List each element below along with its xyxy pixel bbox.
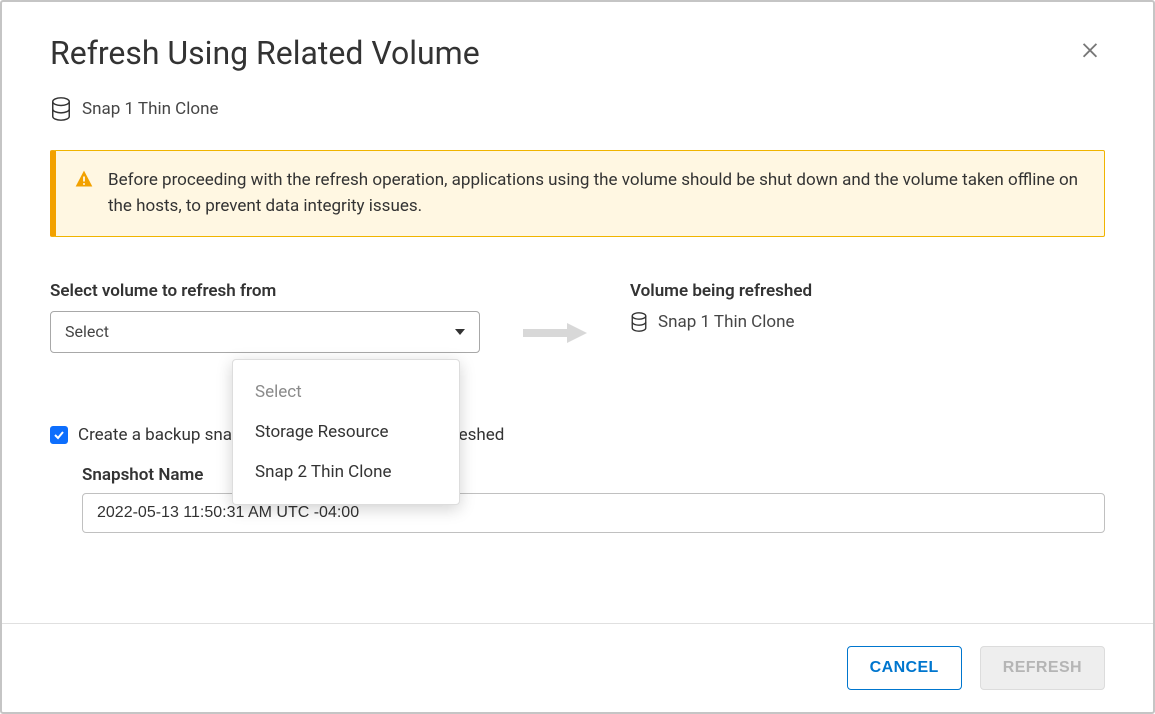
dialog-title: Refresh Using Related Volume [50, 34, 480, 72]
close-icon [1079, 38, 1101, 60]
refresh-dialog: Refresh Using Related Volume Snap 1 Thin… [0, 0, 1155, 714]
dropdown-option[interactable]: Snap 2 Thin Clone [233, 452, 459, 492]
dropdown-option[interactable]: Storage Resource [233, 412, 459, 452]
dialog-body: Before proceeding with the refresh opera… [2, 150, 1153, 623]
warning-banner: Before proceeding with the refresh opera… [50, 150, 1105, 237]
source-select-value: Select [65, 322, 109, 341]
select-source-label: Select volume to refresh from [50, 281, 480, 301]
backup-checkbox[interactable] [50, 426, 68, 444]
dropdown-option[interactable]: Select [233, 372, 459, 412]
refresh-columns: Select volume to refresh from Select Sel… [50, 281, 1105, 353]
backup-checkbox-row: Create a backup snapshot of the volume b… [50, 425, 1105, 445]
target-volume-name: Snap 1 Thin Clone [658, 312, 794, 332]
warning-text: Before proceeding with the refresh opera… [108, 167, 1084, 220]
arrow-right-icon [523, 321, 587, 345]
cancel-button[interactable]: CANCEL [847, 646, 962, 690]
dialog-header: Refresh Using Related Volume [2, 2, 1153, 72]
target-volume-row: Snap 1 Thin Clone [630, 311, 1105, 333]
source-select-wrap: Select Select Storage Resource Snap 2 Th… [50, 311, 480, 353]
snapshot-section: Snapshot Name [50, 465, 1105, 533]
warning-icon [74, 169, 94, 193]
target-column: Volume being refreshed Snap 1 Thin Clone [630, 281, 1105, 333]
check-icon [53, 429, 65, 441]
database-icon [50, 96, 72, 122]
target-label: Volume being refreshed [630, 281, 1105, 301]
close-button[interactable] [1075, 34, 1105, 64]
dialog-footer: CANCEL REFRESH [2, 623, 1153, 712]
source-select[interactable]: Select [50, 311, 480, 353]
arrow-column [480, 281, 630, 345]
subheader-volume-name: Snap 1 Thin Clone [82, 99, 218, 119]
subheader: Snap 1 Thin Clone [2, 72, 1153, 150]
select-source-column: Select volume to refresh from Select Sel… [50, 281, 480, 353]
database-icon [630, 311, 648, 333]
chevron-down-icon [455, 329, 465, 335]
refresh-button[interactable]: REFRESH [980, 646, 1105, 690]
source-dropdown: Select Storage Resource Snap 2 Thin Clon… [232, 359, 460, 505]
